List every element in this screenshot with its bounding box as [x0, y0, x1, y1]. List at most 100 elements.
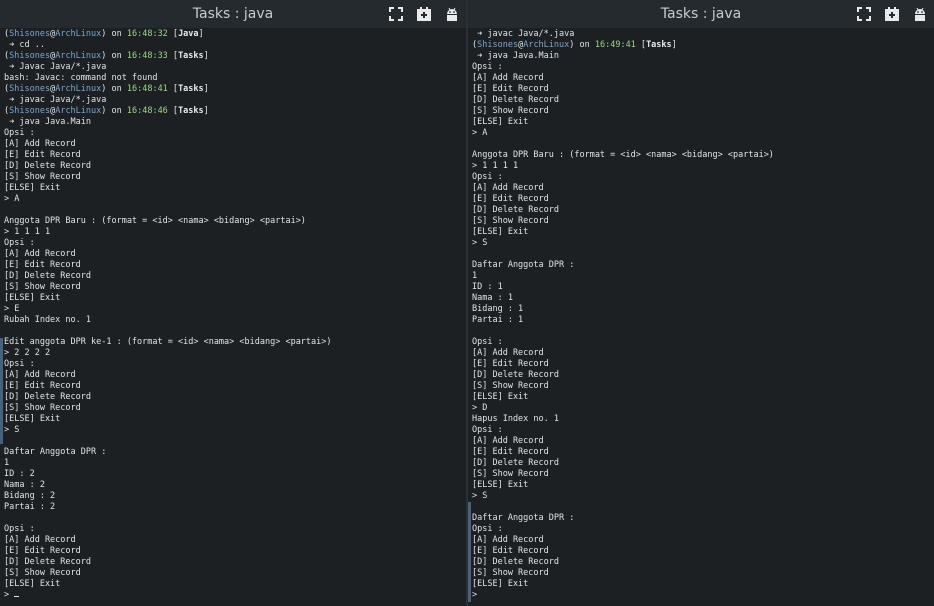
output-line: Hapus Index no. 1 — [472, 414, 559, 424]
command-line: ➜ Javac Java/*.java — [4, 62, 466, 73]
output-line: [S] Show Record — [4, 403, 81, 413]
output-line: [ELSE] Exit — [4, 183, 61, 193]
input-line[interactable]: > — [4, 590, 466, 601]
prompt-host: ArchLinux — [55, 106, 102, 116]
prompt-user: Shisones — [9, 51, 51, 61]
prompt-user: Shisones — [477, 40, 519, 50]
output-line: [S] Show Record — [472, 381, 549, 391]
command-line: ➜ java Java.Main — [4, 117, 466, 128]
prompt-arrow-icon: ➜ — [4, 117, 20, 127]
terminal-window-right[interactable]: Tasks : java ➜ javac Java/*.java (Shisone… — [468, 0, 934, 606]
output-line: > D — [472, 403, 488, 413]
add-icon[interactable] — [884, 6, 900, 22]
prompt-dir: Tasks — [646, 40, 672, 50]
output-line: Edit anggota DPR ke-1 : (format = <id> <… — [4, 337, 332, 347]
command-text: cd .. — [19, 40, 45, 50]
prompt-line: (Shisones@ArchLinux) on 16:49:41 [Tasks] — [472, 40, 934, 51]
output-line: [A] Add Record — [4, 535, 76, 545]
output-line: [ELSE] Exit — [4, 293, 61, 303]
prompt-host: ArchLinux — [55, 51, 102, 61]
output-line: [A] Add Record — [4, 139, 76, 149]
command-text: java Java.Main — [19, 117, 92, 127]
prompt-user: Shisones — [9, 106, 51, 116]
prompt-arrow-icon: ➜ — [4, 40, 20, 50]
output-line: [S] Show Record — [4, 172, 81, 182]
prompt-line: (Shisones@ArchLinux) on 16:48:46 [Tasks] — [4, 106, 466, 117]
output-line: [D] Delete Record — [472, 458, 559, 468]
prompt-host: ArchLinux — [523, 40, 570, 50]
fullscreen-icon[interactable] — [388, 6, 404, 22]
output-line: Daftar Anggota DPR : — [472, 513, 575, 523]
output-line: > S — [4, 425, 20, 435]
input-line[interactable]: > — [472, 590, 934, 601]
output-line: [S] Show Record — [472, 106, 549, 116]
output-line: Nama : 1 — [472, 293, 513, 303]
output-line: > 1 1 1 1 — [4, 227, 51, 237]
output-line: Rubah Index no. 1 — [4, 315, 91, 325]
output-line: Anggota DPR Baru : (format = <id> <nama>… — [4, 216, 306, 226]
output-line: Partai : 2 — [4, 502, 56, 512]
prompt-on: ) on — [569, 40, 595, 50]
prompt-time: 16:48:32 — [126, 29, 168, 39]
output-line: [E] Edit Record — [4, 260, 81, 270]
prompt-on: ) on — [101, 51, 127, 61]
prompt-time: 16:48:41 — [126, 84, 168, 94]
prompt-bracket: [ — [167, 51, 179, 61]
terminal-output[interactable]: ➜ javac Java/*.java (Shisones@ArchLinux) … — [468, 28, 934, 601]
terminal-output[interactable]: (Shisones@ArchLinux) on 16:48:32 [Java] … — [0, 28, 466, 601]
prompt-bracket: ] — [671, 40, 677, 50]
prompt-dir: Tasks — [178, 84, 204, 94]
prompt-dir: Tasks — [178, 106, 204, 116]
add-icon[interactable] — [416, 6, 432, 22]
output-line: [D] Delete Record — [4, 271, 91, 281]
output-line: [E] Edit Record — [472, 84, 549, 94]
output-line: [S] Show Record — [472, 568, 549, 578]
output-line: Daftar Anggota DPR : — [4, 447, 107, 457]
output-line: > A — [472, 128, 488, 138]
output-line: [S] Show Record — [472, 216, 549, 226]
output-line: [ELSE] Exit — [4, 414, 61, 424]
prompt-on: ) on — [101, 29, 127, 39]
output-line: 1 — [472, 271, 478, 281]
terminal-window-left[interactable]: Tasks : java (Shisones@ArchLinux) on 16:… — [0, 0, 466, 606]
output-line: Opsi : — [4, 238, 35, 248]
output-line: [ELSE] Exit — [472, 227, 529, 237]
output-line: [D] Delete Record — [4, 557, 91, 567]
output-line: [E] Edit Record — [4, 150, 81, 160]
android-icon[interactable] — [912, 6, 928, 22]
output-line: ID : 1 — [472, 282, 503, 292]
output-line: [D] Delete Record — [4, 161, 91, 171]
output-line: 1 — [4, 458, 10, 468]
prompt-arrow-icon: ➜ — [4, 95, 20, 105]
prompt-arrow-icon: ➜ — [4, 62, 20, 72]
output-line: Opsi : — [4, 128, 35, 138]
output-line: Bidang : 1 — [472, 304, 524, 314]
android-icon[interactable] — [444, 6, 460, 22]
prompt-arrow-icon: ➜ — [472, 51, 488, 61]
output-line: Opsi : — [472, 337, 503, 347]
prompt-bracket: [ — [167, 29, 179, 39]
window-title: Tasks : java — [660, 6, 742, 22]
input-prompt: > — [472, 590, 478, 600]
prompt-dir: Java — [178, 29, 199, 39]
output-line: [ELSE] Exit — [472, 392, 529, 402]
output-line: > S — [472, 238, 488, 248]
output-line: [E] Edit Record — [4, 381, 81, 391]
command-line: ➜ java Java.Main — [472, 51, 934, 62]
prompt-line: (Shisones@ArchLinux) on 16:48:32 [Java] — [4, 29, 466, 40]
window-titlebar: Tasks : java — [468, 0, 934, 28]
output-line: > A — [4, 194, 20, 204]
output-line: Opsi : — [472, 524, 503, 534]
fullscreen-icon[interactable] — [856, 6, 872, 22]
scroll-marker — [0, 338, 3, 444]
output-line: [S] Show Record — [4, 568, 81, 578]
prompt-on: ) on — [101, 84, 127, 94]
scroll-marker — [468, 502, 471, 602]
command-line: ➜ javac Java/*.java — [4, 95, 466, 106]
output-line: [D] Delete Record — [472, 370, 559, 380]
